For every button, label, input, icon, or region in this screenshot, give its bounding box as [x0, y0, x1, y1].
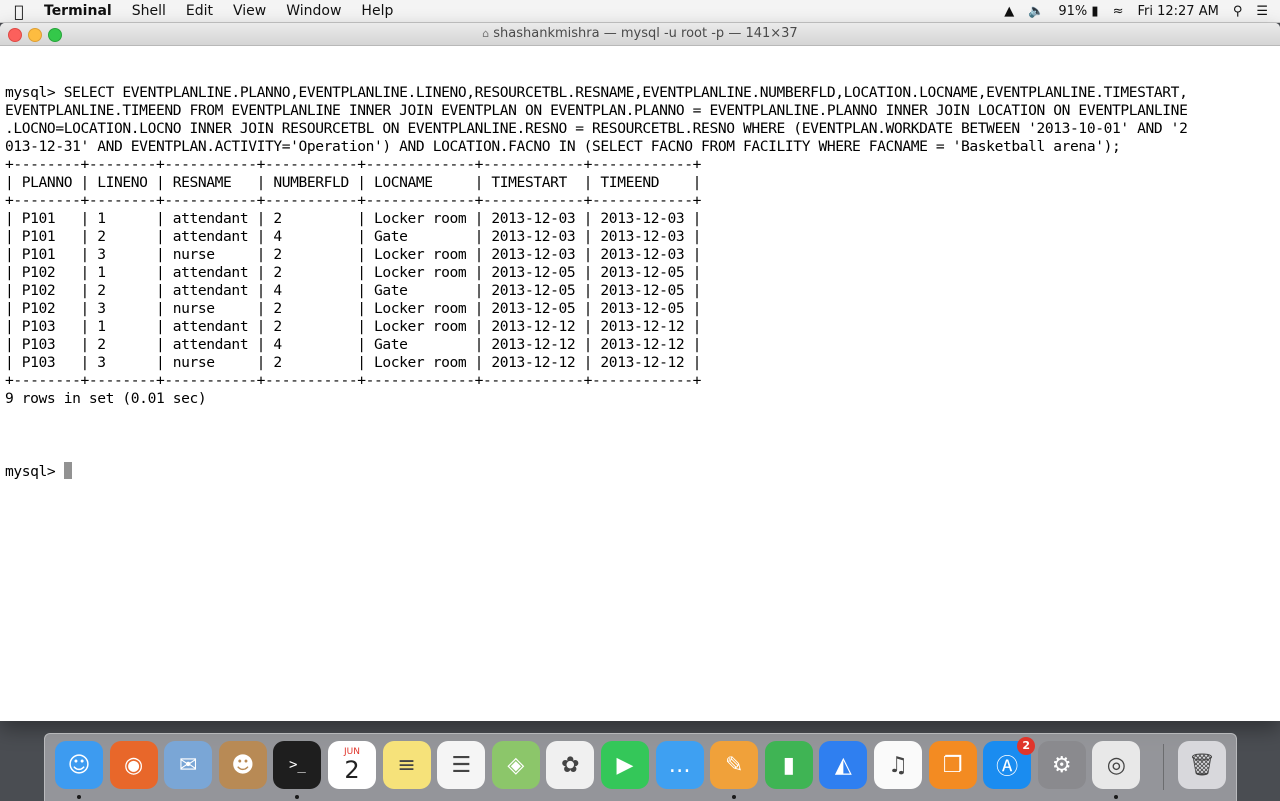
- dock-separator: [1163, 744, 1164, 790]
- window-title: shashankmishra — mysql -u root -p — 141×…: [493, 26, 798, 41]
- calendar-day: 2: [344, 756, 360, 784]
- home-folder-icon: ⌂: [482, 27, 490, 40]
- finder-icon[interactable]: ☺: [55, 741, 103, 789]
- trash-icon[interactable]: 🗑: [1178, 741, 1226, 789]
- volume-icon[interactable]: 🔈: [1028, 4, 1044, 19]
- text-cursor: [63, 462, 72, 479]
- menu-shell[interactable]: Shell: [122, 0, 176, 22]
- prompt: mysql>: [5, 463, 64, 480]
- numbers-icon[interactable]: ▮: [764, 741, 813, 789]
- running-indicator: [732, 795, 737, 799]
- terminal-window: ⌂ shashankmishra — mysql -u root -p — 141…: [0, 23, 1280, 721]
- app-store-icon[interactable]: Ⓐ 2: [983, 737, 1036, 789]
- maps-icon[interactable]: ◈: [491, 741, 540, 789]
- menu-window[interactable]: Window: [276, 0, 351, 22]
- terminal-line: 013-12-31' AND EVENTPLAN.ACTIVITY='Opera…: [5, 138, 1121, 155]
- menu-help[interactable]: Help: [351, 0, 403, 22]
- terminal-output[interactable]: mysql> SELECT EVENTPLANLINE.PLANNO,EVENT…: [5, 48, 1276, 721]
- terminal-line: | P101 | 1 | attendant | 2 | Locker room…: [5, 210, 702, 227]
- terminal-line: | P102 | 3 | nurse | 2 | Locker room | 2…: [5, 300, 702, 317]
- terminal-line: | P103 | 1 | attendant | 2 | Locker room…: [5, 318, 702, 335]
- spotlight-icon[interactable]: ⚲: [1233, 4, 1243, 19]
- mail-icon[interactable]: ✉: [164, 741, 213, 789]
- terminal-line: | PLANNO | LINENO | RESNAME | NUMBERFLD …: [5, 174, 702, 191]
- calendar-icon[interactable]: JUN 2: [328, 741, 376, 789]
- ibooks-icon[interactable]: ❐: [928, 741, 977, 789]
- drive-icon[interactable]: ▲: [1004, 4, 1014, 19]
- menu-edit[interactable]: Edit: [176, 0, 223, 22]
- terminal-line: EVENTPLANLINE.TIMEEND FROM EVENTPLANLINE…: [5, 102, 1188, 119]
- contacts-icon[interactable]: ☻: [218, 741, 267, 789]
- terminal-line: | P103 | 2 | attendant | 4 | Gate | 2013…: [5, 336, 702, 353]
- photos-icon[interactable]: ✿: [546, 741, 595, 789]
- battery-percent: 91%: [1058, 3, 1088, 19]
- apple-menu-icon[interactable]: : [0, 2, 38, 21]
- reminders-icon[interactable]: ☰: [437, 741, 486, 789]
- firefox-icon[interactable]: ◉: [109, 741, 158, 789]
- running-indicator: [295, 795, 300, 799]
- clock[interactable]: Fri 12:27 AM: [1137, 4, 1218, 19]
- pages-icon[interactable]: ✎: [710, 741, 759, 789]
- keynote-icon[interactable]: ◭: [819, 741, 868, 789]
- dock: ☺ ◉ ✉ ☻ >_ JUN 2 ≡ ☰ ◈ ✿ ▶… ✎ ▮ ◭ ♫ ❐ Ⓐ 2 ⚙ ◎ 🗑: [44, 733, 1237, 801]
- chrome-icon[interactable]: ◎: [1092, 741, 1141, 789]
- wifi-icon[interactable]: ≈: [1113, 4, 1124, 19]
- running-indicator: [77, 795, 81, 799]
- battery-icon: ▮: [1091, 3, 1099, 19]
- terminal-line: mysql> SELECT EVENTPLANLINE.PLANNO,EVENT…: [5, 84, 1188, 101]
- terminal-line: .LOCNO=LOCATION.LOCNO INNER JOIN RESOURC…: [5, 120, 1188, 137]
- messages-icon[interactable]: …: [655, 741, 704, 789]
- title-bar[interactable]: ⌂ shashankmishra — mysql -u root -p — 141…: [0, 23, 1280, 46]
- terminal-line: | P102 | 1 | attendant | 2 | Locker room…: [5, 264, 702, 281]
- status-area: ▲ 🔈 91% ▮ ≈ Fri 12:27 AM ⚲ ☰: [990, 0, 1280, 22]
- terminal-line: +--------+--------+-----------+---------…: [5, 372, 702, 389]
- menu-view[interactable]: View: [223, 0, 276, 22]
- facetime-icon[interactable]: ▶: [601, 741, 649, 789]
- notes-icon[interactable]: ≡: [382, 741, 431, 789]
- terminal-line: | P101 | 3 | nurse | 2 | Locker room | 2…: [5, 246, 702, 263]
- output-lines: mysql> SELECT EVENTPLANLINE.PLANNO,EVENT…: [5, 84, 1276, 426]
- battery-status[interactable]: 91% ▮: [1058, 4, 1098, 19]
- terminal-line: +--------+--------+-----------+---------…: [5, 192, 702, 209]
- notification-center-icon[interactable]: ☰: [1256, 4, 1268, 19]
- terminal-line: | P101 | 2 | attendant | 4 | Gate | 2013…: [5, 228, 702, 245]
- terminal-line: +--------+--------+-----------+---------…: [5, 156, 702, 173]
- terminal-line: | P103 | 3 | nurse | 2 | Locker room | 2…: [5, 354, 702, 371]
- menu-terminal[interactable]: Terminal: [38, 0, 122, 22]
- app-store-badge: 2: [1017, 737, 1036, 755]
- system-preferences-icon[interactable]: ⚙: [1037, 741, 1086, 789]
- terminal-icon[interactable]: >_: [273, 741, 322, 789]
- terminal-line: 9 rows in set (0.01 sec): [5, 390, 207, 407]
- running-indicator: [1114, 795, 1119, 799]
- itunes-icon[interactable]: ♫: [874, 741, 922, 789]
- terminal-line: | P102 | 2 | attendant | 4 | Gate | 2013…: [5, 282, 702, 299]
- menu-bar:  Terminal Shell Edit View Window Help ▲…: [0, 0, 1280, 23]
- prompt-line: mysql>: [5, 462, 1276, 480]
